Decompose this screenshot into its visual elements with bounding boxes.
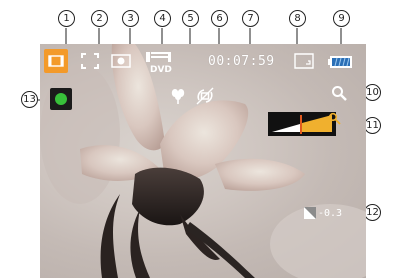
callout-13: 13	[21, 91, 38, 108]
callout-9: 9	[333, 10, 350, 27]
record-button-icon	[55, 93, 67, 105]
callout-10: 10	[364, 84, 381, 101]
exposure-compensation-icon	[304, 207, 316, 219]
record-button[interactable]	[50, 88, 72, 110]
callout-4: 4	[154, 10, 171, 27]
zoom-icon[interactable]	[330, 84, 348, 102]
video-mode-icon[interactable]	[44, 49, 68, 73]
exposure-compensation[interactable]: -0.3	[304, 205, 342, 221]
viewfinder-screen: DVD 00:07:59 -0.3	[40, 44, 366, 278]
resolution-label: DVD	[150, 65, 172, 74]
callout-7: 7	[242, 10, 259, 27]
callout-2: 2	[91, 10, 108, 27]
zoom-bar-graphic	[272, 115, 332, 134]
af-area-icon[interactable]	[80, 52, 100, 70]
recording-time: 00:07:59	[208, 54, 275, 69]
callout-3: 3	[122, 10, 139, 27]
zoom-small-icon	[328, 110, 341, 125]
flower-photo	[40, 44, 366, 278]
callout-8: 8	[289, 10, 306, 27]
callout-11: 11	[364, 117, 381, 134]
metering-icon[interactable]	[110, 52, 132, 70]
zoom-bar[interactable]	[268, 112, 336, 136]
stabilizer-icon[interactable]	[195, 86, 215, 106]
callout-12: 12	[364, 204, 381, 221]
exposure-value: -0.3	[318, 207, 343, 219]
resolution-dvd-icon[interactable]: DVD	[144, 50, 174, 74]
callout-6: 6	[211, 10, 228, 27]
battery-icon	[328, 56, 352, 68]
macro-icon[interactable]	[168, 86, 188, 106]
callout-5: 5	[182, 10, 199, 27]
memory-card-icon	[294, 53, 314, 69]
callout-1: 1	[58, 10, 75, 27]
